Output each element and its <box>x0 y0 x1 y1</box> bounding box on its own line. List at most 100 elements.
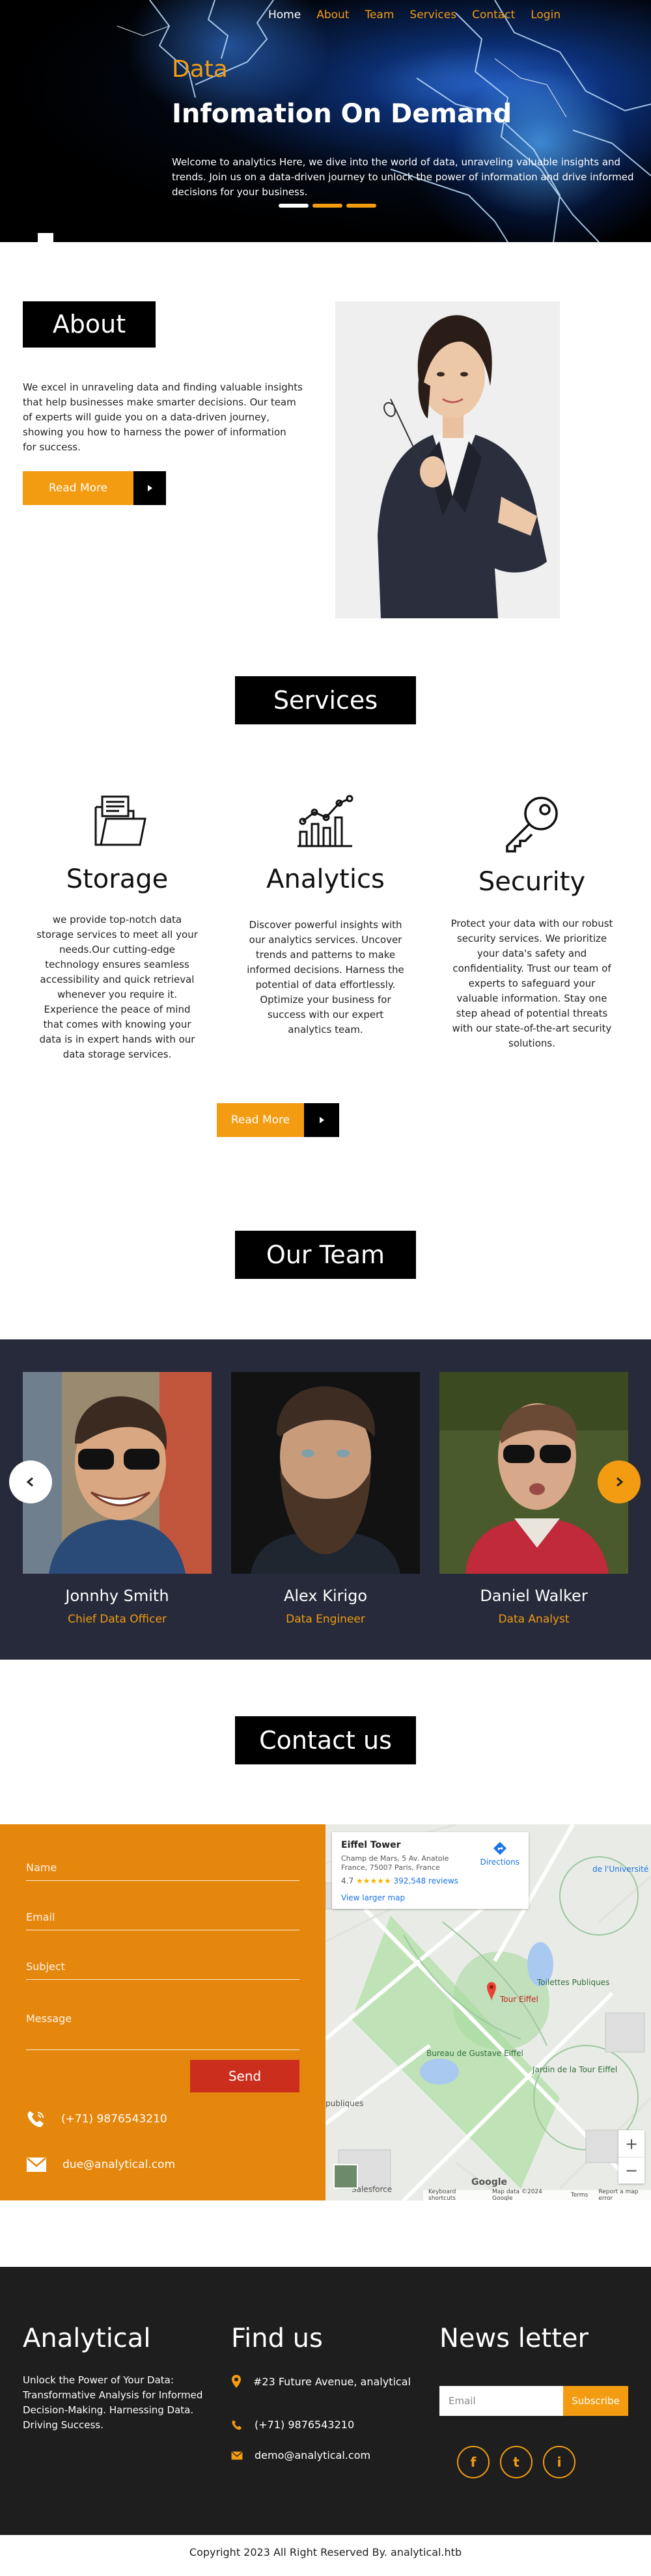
footer-find-column: Find us #23 Future Avenue, analytical (+… <box>231 2323 426 2461</box>
service-text: Discover powerful insights with our anal… <box>247 919 404 1035</box>
footer-brand-column: Analytical Unlock the Power of Your Data… <box>23 2323 212 2433</box>
map-label: Toilettes Publiques <box>537 1978 610 1987</box>
member-photo <box>23 1372 212 1574</box>
facebook-icon[interactable]: f <box>457 2446 490 2478</box>
member-name: Jonnhy Smith <box>65 1587 169 1605</box>
carousel-indicators <box>279 204 376 208</box>
service-title: Security <box>478 867 586 897</box>
map-layers-thumbnail[interactable] <box>333 2164 358 2189</box>
services-read-more-button[interactable]: Read More <box>217 1103 339 1137</box>
newsletter-form: Email Subscribe <box>439 2386 628 2416</box>
play-arrow-icon <box>304 1103 339 1137</box>
report-error-link[interactable]: Report a map error <box>598 2189 651 2200</box>
hero-eyebrow: Data <box>172 56 228 83</box>
main-nav: Home About Team Services Contact Login <box>268 8 576 21</box>
google-logo: Google <box>471 2177 508 2187</box>
star-icon: ★★★★★ <box>355 1876 391 1885</box>
contact-email-text: due@analytical.com <box>62 2158 176 2171</box>
footer-find-title: Find us <box>231 2323 323 2353</box>
folder-icon <box>94 795 146 846</box>
reviews-link[interactable]: 392,548 reviews <box>394 1876 458 1885</box>
footer-phone-text: (+71) 9876543210 <box>255 2418 355 2431</box>
directions-button[interactable]: Directions <box>480 1841 519 1867</box>
carousel-dot[interactable] <box>279 204 309 208</box>
footer-phone: (+71) 9876543210 <box>231 2418 426 2431</box>
name-field[interactable]: Name <box>26 1861 299 1881</box>
contact-phone: (+71) 9876543210 <box>26 2110 167 2128</box>
member-name: Daniel Walker <box>480 1587 588 1605</box>
subscribe-button[interactable]: Subscribe <box>563 2386 628 2416</box>
about-read-more-button[interactable]: Read More <box>23 471 166 505</box>
subject-field[interactable]: Subject <box>26 1960 299 1980</box>
carousel-dot[interactable] <box>346 204 376 208</box>
footer-newsletter-column: News letter <box>439 2323 635 2353</box>
embedded-map[interactable]: Tour Eiffel Toilettes Publiques Jardin d… <box>326 1824 651 2200</box>
phone-icon <box>27 2111 44 2128</box>
zoom-in-button[interactable]: + <box>618 2130 644 2157</box>
nav-contact[interactable]: Contact <box>472 8 515 21</box>
read-more-label: Read More <box>23 471 133 505</box>
envelope-icon <box>231 2451 243 2460</box>
footer-brand: Analytical <box>23 2323 151 2353</box>
about-photo <box>335 301 560 618</box>
view-larger-map-link[interactable]: View larger map <box>341 1893 519 1902</box>
map-label: Tour Eiffel <box>500 1995 538 2004</box>
services-title: Services <box>235 676 416 724</box>
service-card-analytics: Analytics Discover powerful insights wit… <box>231 794 420 1037</box>
twitter-icon[interactable]: t <box>500 2446 533 2478</box>
hero-text: Welcome to analytics Here, we dive into … <box>172 156 634 198</box>
terms-link[interactable]: Terms <box>571 2192 589 2199</box>
email-field[interactable]: Email <box>26 1911 299 1930</box>
phone-icon <box>232 2420 242 2430</box>
directions-icon <box>493 1842 506 1855</box>
team-member-card: Alex Kirigo Data Engineer <box>231 1372 420 1626</box>
service-title: Analytics <box>266 864 385 894</box>
footer-address: #23 Future Avenue, analytical <box>231 2374 426 2389</box>
nav-about[interactable]: About <box>316 8 349 21</box>
map-zoom-controls: + − <box>618 2130 644 2184</box>
place-rating: 4.7 ★★★★★ 392,548 reviews <box>341 1876 519 1885</box>
zoom-out-button[interactable]: − <box>618 2157 644 2184</box>
nav-home[interactable]: Home <box>268 8 301 21</box>
send-button[interactable]: Send <box>190 2060 299 2092</box>
contact-title: Contact us <box>235 1716 416 1764</box>
member-photo <box>231 1372 420 1574</box>
rating-value: 4.7 <box>341 1876 354 1885</box>
member-name: Alex Kirigo <box>283 1587 368 1605</box>
map-place-card: Eiffel Tower Champ de Mars, 5 Av. Anatol… <box>332 1832 529 1909</box>
footer-address-text: #23 Future Avenue, analytical <box>253 2375 411 2388</box>
play-arrow-icon <box>133 471 166 505</box>
footer-news-title: News letter <box>439 2323 589 2353</box>
carousel-next-button[interactable] <box>598 1460 641 1503</box>
service-card-security: Security Protect your data with our robu… <box>437 794 626 1051</box>
contact-email: due@analytical.com <box>26 2157 175 2172</box>
carousel-dot[interactable] <box>312 204 342 208</box>
service-card-storage: Storage we provide top-notch data storag… <box>23 794 212 1062</box>
carousel-prev-button[interactable] <box>9 1460 52 1503</box>
member-role: Chief Data Officer <box>68 1613 167 1626</box>
location-pin-icon <box>232 2375 241 2388</box>
team-member-card: Daniel Walker Data Analyst <box>439 1372 628 1626</box>
nav-login[interactable]: Login <box>531 8 561 21</box>
member-role: Data Analyst <box>498 1613 570 1626</box>
map-label: publiques <box>326 2099 364 2108</box>
keyboard-shortcuts-link[interactable]: Keyboard shortcuts <box>428 2189 482 2200</box>
team-member-card: Jonnhy Smith Chief Data Officer <box>23 1372 212 1626</box>
instagram-icon[interactable]: i <box>543 2446 575 2478</box>
footer-email-text: demo@analytical.com <box>255 2449 371 2461</box>
map-data-text: Map data ©2024 Google <box>492 2189 542 2200</box>
nav-services[interactable]: Services <box>409 8 456 21</box>
bar-chart-icon <box>298 795 353 847</box>
chevron-left-icon <box>26 1477 33 1487</box>
newsletter-email-input[interactable]: Email <box>439 2386 563 2416</box>
envelope-icon <box>27 2158 46 2172</box>
about-title: About <box>23 301 156 348</box>
member-role: Data Engineer <box>286 1613 365 1626</box>
message-field[interactable]: Message <box>26 2012 299 2050</box>
footer-email: demo@analytical.com <box>231 2449 426 2461</box>
map-label: Bureau de Gustave Eiffel <box>426 2049 523 2058</box>
copyright-text: Copyright 2023 All Right Reserved By. an… <box>189 2546 462 2558</box>
nav-team[interactable]: Team <box>365 8 394 21</box>
service-text: we provide top-notch data storage servic… <box>36 914 198 1060</box>
about-text: We excel in unraveling data and finding … <box>23 381 303 453</box>
